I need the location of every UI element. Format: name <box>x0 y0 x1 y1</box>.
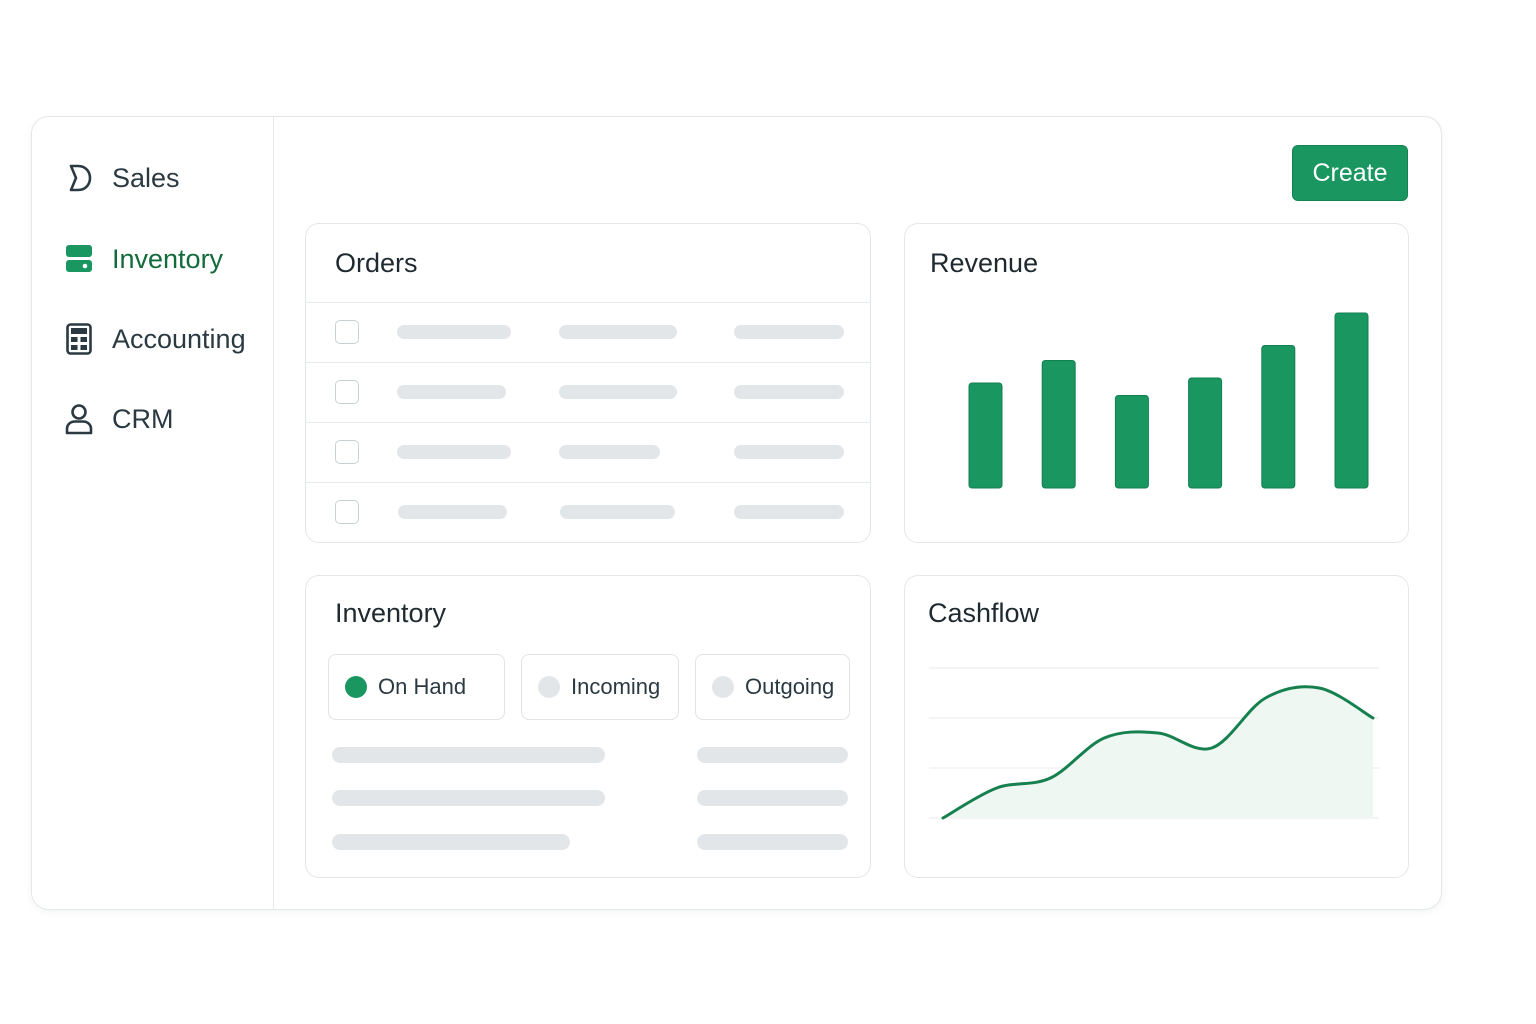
orders-card: Orders <box>305 223 871 543</box>
cashflow-chart <box>929 667 1379 820</box>
row-checkbox[interactable] <box>335 320 359 344</box>
revenue-bar <box>968 382 1003 489</box>
tab-label: On Hand <box>378 674 467 699</box>
placeholder-bar <box>397 325 511 339</box>
placeholder-bar <box>332 790 605 806</box>
placeholder-bar <box>734 505 844 519</box>
sidebar: Sales Inventory Accounting CRM <box>32 117 274 909</box>
revenue-bar <box>1334 312 1369 489</box>
tab-label: Incoming <box>571 674 661 699</box>
radio-icon <box>712 676 734 698</box>
placeholder-bar <box>734 385 844 399</box>
placeholder-bar <box>559 325 677 339</box>
table-row[interactable] <box>306 423 870 483</box>
row-checkbox[interactable] <box>335 440 359 464</box>
sidebar-item-label: Sales <box>112 162 180 193</box>
radio-selected-icon <box>345 676 367 698</box>
inventory-icon <box>64 243 94 275</box>
app-window: Sales Inventory Accounting CRM Create Or… <box>31 116 1442 910</box>
cashflow-area <box>943 686 1373 818</box>
table-row[interactable] <box>306 483 870 542</box>
tab-incoming[interactable]: Incoming <box>521 654 679 720</box>
revenue-bar <box>1041 360 1076 489</box>
user-icon <box>64 403 94 435</box>
revenue-chart <box>968 312 1369 489</box>
revenue-card: Revenue <box>904 223 1409 543</box>
sidebar-item-label: Inventory <box>112 243 224 274</box>
tab-on-hand[interactable]: On Hand <box>328 654 505 720</box>
orders-title: Orders <box>335 248 418 278</box>
placeholder-bar <box>332 747 605 763</box>
placeholder-bar <box>697 790 848 806</box>
placeholder-bar <box>397 445 511 459</box>
sidebar-item-inventory[interactable]: Inventory <box>64 239 223 279</box>
sidebar-item-crm[interactable]: CRM <box>64 399 174 439</box>
placeholder-bar <box>398 505 507 519</box>
tab-label: Outgoing <box>745 674 835 699</box>
row-checkbox[interactable] <box>335 380 359 404</box>
placeholder-bar <box>560 505 675 519</box>
inventory-card: Inventory On Hand Incoming Outgoing <box>305 575 871 878</box>
create-button[interactable]: Create <box>1292 145 1408 201</box>
row-checkbox[interactable] <box>335 500 359 524</box>
radio-icon <box>538 676 560 698</box>
table-row[interactable] <box>306 303 870 363</box>
placeholder-bar <box>559 445 660 459</box>
revenue-bar <box>1188 377 1223 489</box>
placeholder-bar <box>697 834 848 850</box>
placeholder-bar <box>697 747 848 763</box>
sidebar-item-label: Accounting <box>112 323 246 354</box>
placeholder-bar <box>734 445 844 459</box>
cashflow-card: Cashflow <box>904 575 1409 878</box>
revenue-bar <box>1261 345 1296 489</box>
placeholder-bar <box>332 834 570 850</box>
sidebar-item-sales[interactable]: Sales <box>64 158 180 198</box>
placeholder-bar <box>559 385 677 399</box>
inventory-title: Inventory <box>335 598 447 628</box>
table-row[interactable] <box>306 363 870 423</box>
sidebar-item-accounting[interactable]: Accounting <box>64 319 246 359</box>
sales-icon <box>64 162 94 194</box>
revenue-bar <box>1114 395 1149 489</box>
placeholder-bar <box>397 385 506 399</box>
placeholder-bar <box>734 325 844 339</box>
calculator-icon <box>64 323 94 355</box>
sidebar-item-label: CRM <box>112 403 174 434</box>
tab-outgoing[interactable]: Outgoing <box>695 654 850 720</box>
